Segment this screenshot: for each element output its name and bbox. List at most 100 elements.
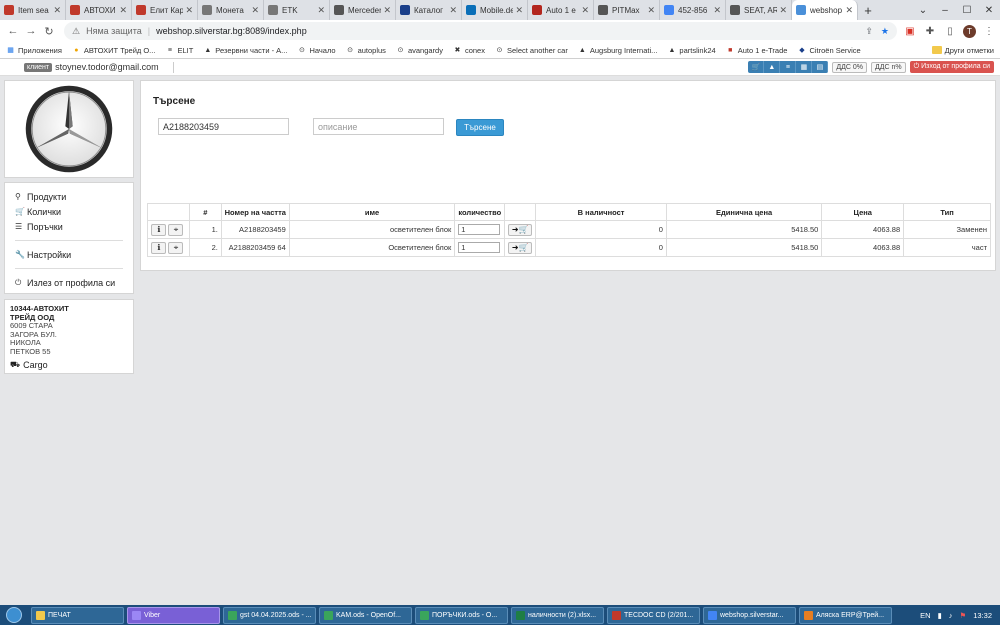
star-icon[interactable]: ★ [881,26,889,37]
tab-close-icon[interactable]: ✕ [647,5,655,16]
language-indicator[interactable]: EN [920,611,930,620]
bookmark-item[interactable]: ⊙ Select another car [495,46,568,55]
app-icon [708,610,717,620]
tab-close-icon[interactable]: ✕ [185,5,193,16]
part-number-input[interactable]: A2188203459 [158,118,289,135]
sidebar-item-cart[interactable]: 🛒 Колички [15,204,123,219]
tab-close-icon[interactable]: ✕ [119,5,127,16]
sidebar-item-search[interactable]: ⚲ Продукти [15,189,123,204]
minimize-icon[interactable]: – [934,0,956,20]
quantity-input[interactable]: 1 [458,242,501,253]
tab-close-icon[interactable]: ✕ [317,5,325,16]
map-marker-icon[interactable]: ⌖ [168,241,184,254]
tab-favicon-icon [4,5,14,15]
info-icon[interactable]: ℹ [151,223,167,236]
bookmark-item[interactable]: ⊙ Начало [297,46,336,55]
back-arrow-icon[interactable]: ← [4,22,22,40]
taskbar-app-button[interactable]: Viber [127,606,220,624]
map-marker-icon[interactable]: ⌖ [168,223,184,236]
forward-arrow-icon[interactable]: → [22,22,40,40]
bookmark-item[interactable]: ▲ Резервни части - А... [203,46,287,55]
browser-tab[interactable]: SEAT, AR ✕ [726,0,792,20]
taskbar-app-button[interactable]: gst 04.04.2025.ods - ... [223,606,316,624]
tab-close-icon[interactable]: ✕ [53,5,61,16]
browser-tab[interactable]: Item sea ✕ [0,0,66,20]
add-to-cart-button[interactable]: ➜🛒 [508,241,533,254]
bookmark-item[interactable]: ◆ Citroën Service [797,46,860,55]
info-icon[interactable]: ℹ [151,241,167,254]
tab-close-icon[interactable]: ✕ [845,5,853,16]
tiles-view-icon[interactable]: ▤ [812,61,829,73]
browser-tab[interactable]: 452-856 ✕ [660,0,726,20]
bookmark-item[interactable]: ⊙ autoplus [346,46,386,55]
tab-close-icon[interactable]: ✕ [713,5,721,16]
not-secure-icon[interactable]: ⚠ [72,26,80,37]
taskbar-app-button[interactable]: KAM.ods - OpenOf... [319,606,412,624]
tab-close-icon[interactable]: ✕ [251,5,259,16]
other-bookmarks[interactable]: Други отметки [931,46,994,55]
browser-tab[interactable]: Монета ✕ [198,0,264,20]
bookmark-item[interactable]: ■ Auto 1 e-Trade [726,46,787,55]
taskbar-app-button[interactable]: Аляска ERP@Трей... [799,606,892,624]
browser-tab[interactable]: PITMax ✕ [594,0,660,20]
cart-view-icon[interactable]: 🛒 [748,61,765,73]
bookmark-item[interactable]: ▲ Augsburg Internati... [578,46,658,55]
bookmark-item[interactable]: ≡ ELIT [165,46,193,55]
taskbar-app-button[interactable]: наличности (2).xlsx... [511,606,604,624]
tab-close-icon[interactable]: ✕ [581,5,589,16]
vat-zero-button[interactable]: ДДС 0% [832,61,867,73]
browser-tab[interactable]: webshop ✕ [792,0,858,20]
new-tab-button[interactable]: + [858,0,878,20]
filter-icon[interactable]: ▲ [764,61,781,73]
browser-tab[interactable]: Каталог ✕ [396,0,462,20]
bookmark-item[interactable]: ▦ Приложения [6,46,62,55]
column-header: В наличност [535,203,667,221]
extensions-puzzle-icon[interactable]: ✚ [923,24,937,38]
tab-close-icon[interactable]: ✕ [515,5,523,16]
tab-close-icon[interactable]: ✕ [779,5,787,16]
browser-tab[interactable]: Елит Кар ✕ [132,0,198,20]
taskbar-app-button[interactable]: ПОРЪЧКИ.ods - O... [415,606,508,624]
volume-icon[interactable]: ♪ [949,611,953,620]
sidebar-item-settings[interactable]: 🔧 Настройки [15,247,123,262]
description-input[interactable]: описание [313,118,444,135]
bookmark-item[interactable]: ✖ conex [453,46,485,55]
bookmark-item[interactable]: ▲ partslink24 [667,46,715,55]
logout-button[interactable]: ⏻ Изход от профила си [909,61,994,73]
profile-avatar[interactable]: T [963,24,976,38]
browser-tab[interactable]: ETK ✕ [264,0,330,20]
tab-close-icon[interactable]: ✕ [383,5,391,16]
sidepanel-icon[interactable]: ▯ [943,24,957,38]
flag-icon[interactable]: ⚑ [959,611,966,620]
browser-tab[interactable]: Merceder ✕ [330,0,396,20]
close-icon[interactable]: ✕ [978,0,1000,20]
bookmark-item[interactable]: ⊙ avangardy [396,46,443,55]
maximize-icon[interactable]: ☐ [956,0,978,20]
list-view-icon[interactable]: ≡ [780,61,797,73]
pdf-extension-icon[interactable]: ▣ [903,24,917,38]
clock[interactable]: 13:32 [973,611,992,620]
bookmark-item[interactable]: ● АВТОХИТ Трейд О... [72,46,155,55]
tab-close-icon[interactable]: ✕ [449,5,457,16]
vat-n-button[interactable]: ДДС n% [871,61,906,73]
search-button[interactable]: Търсене [456,119,504,136]
sidebar-item-list[interactable]: ☰ Поръчки [15,219,123,234]
address-bar[interactable]: ⚠ Няма защита | webshop.silverstar.bg:80… [64,22,897,40]
chevron-down-icon[interactable]: ⌄ [912,0,934,20]
quantity-input[interactable]: 1 [458,224,501,235]
browser-tab[interactable]: АВТОХИ ✕ [66,0,132,20]
browser-tab[interactable]: Auto 1 e ✕ [528,0,594,20]
url-text[interactable]: webshop.silverstar.bg:8089/index.php [156,26,307,36]
add-to-cart-button[interactable]: ➜🛒 [508,223,533,236]
share-icon[interactable]: ⇪ [865,26,873,37]
network-icon[interactable]: ▮ [938,611,942,620]
browser-tab[interactable]: Mobile.de ✕ [462,0,528,20]
taskbar-app-button[interactable]: ПЕЧАТ [31,606,124,624]
grid-view-icon[interactable]: ▦ [796,61,813,73]
menu-dots-icon[interactable]: ⋮ [982,24,996,38]
sidebar-item-logout[interactable]: ⏻ Излез от профила си [15,275,123,290]
reload-icon[interactable]: ↻ [40,22,58,40]
start-button[interactable] [0,605,28,625]
taskbar-app-button[interactable]: TECDOC CD (2/201... [607,606,700,624]
taskbar-app-button[interactable]: webshop.silverstar... [703,606,796,624]
